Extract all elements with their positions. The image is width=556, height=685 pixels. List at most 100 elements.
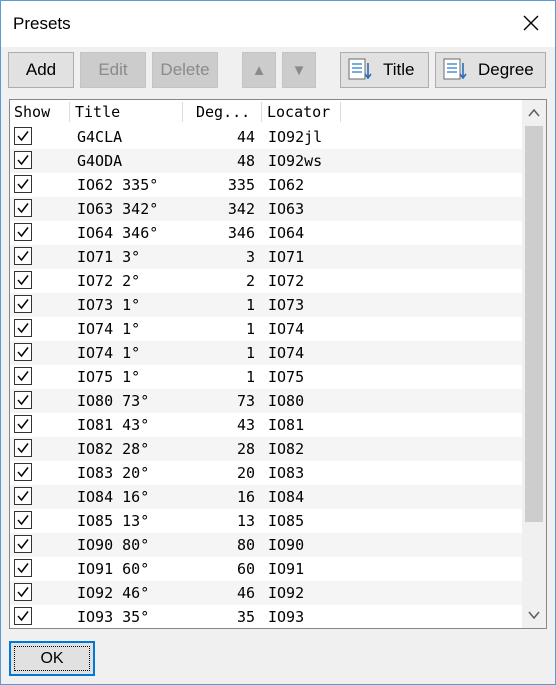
show-checkbox[interactable]: [14, 367, 32, 385]
show-checkbox[interactable]: [14, 175, 32, 193]
column-header-locator[interactable]: Locator: [267, 100, 330, 124]
table-row[interactable]: IO92 46° 46 IO92: [10, 581, 522, 605]
row-title: IO92 46°: [77, 584, 150, 602]
column-divider[interactable]: [340, 102, 341, 122]
checkmark-icon: [17, 323, 29, 334]
row-degree: 335: [227, 176, 255, 194]
show-checkbox[interactable]: [14, 607, 32, 625]
row-title: IO63 342°: [77, 200, 159, 218]
column-divider[interactable]: [69, 102, 70, 122]
row-degree: 35: [236, 608, 255, 626]
column-divider[interactable]: [182, 102, 183, 122]
show-checkbox[interactable]: [14, 463, 32, 481]
row-degree: 60: [236, 560, 255, 578]
checkmark-icon: [17, 371, 29, 382]
sort-list-icon: [442, 57, 468, 83]
row-title: IO84 16°: [77, 488, 150, 506]
row-degree: 16: [236, 488, 255, 506]
table-row[interactable]: IO93 35° 35 IO93: [10, 605, 522, 628]
row-locator: IO75: [268, 368, 305, 386]
show-checkbox[interactable]: [14, 511, 32, 529]
close-icon[interactable]: [519, 11, 543, 35]
table-row[interactable]: G4CLA 44 IO92jl: [10, 125, 522, 149]
scroll-down-arrow-icon[interactable]: [527, 608, 541, 622]
row-locator: IO91: [268, 560, 305, 578]
table-row[interactable]: IO84 16° 16 IO84: [10, 485, 522, 509]
sort-title-label: Title: [383, 60, 415, 79]
show-checkbox[interactable]: [14, 415, 32, 433]
table-row[interactable]: IO91 60° 60 IO91: [10, 557, 522, 581]
checkmark-icon: [17, 563, 29, 574]
column-header-show[interactable]: Show: [14, 100, 50, 124]
show-checkbox[interactable]: [14, 271, 32, 289]
show-checkbox[interactable]: [14, 295, 32, 313]
row-locator: IO64: [268, 224, 305, 242]
table-row[interactable]: G4ODA 48 IO92ws: [10, 149, 522, 173]
show-checkbox[interactable]: [14, 319, 32, 337]
row-locator: IO83: [268, 464, 305, 482]
vertical-scrollbar[interactable]: [522, 100, 546, 628]
edit-button[interactable]: Edit: [80, 52, 146, 88]
delete-button-label: Delete: [160, 60, 210, 79]
table-row[interactable]: IO83 20° 20 IO83: [10, 461, 522, 485]
table-row[interactable]: IO90 80° 80 IO90: [10, 533, 522, 557]
move-down-button[interactable]: ▼: [282, 52, 316, 88]
table-row[interactable]: IO74 1° 1 IO74: [10, 341, 522, 365]
scroll-up-arrow-icon[interactable]: [527, 106, 541, 120]
row-locator: IO92jl: [268, 128, 323, 146]
row-title: IO73 1°: [77, 296, 141, 314]
row-locator: IO63: [268, 200, 305, 218]
show-checkbox[interactable]: [14, 487, 32, 505]
show-checkbox[interactable]: [14, 247, 32, 265]
table-row[interactable]: IO64 346° 346 IO64: [10, 221, 522, 245]
table-row[interactable]: IO74 1° 1 IO74: [10, 317, 522, 341]
ok-button[interactable]: OK: [9, 641, 95, 676]
delete-button[interactable]: Delete: [152, 52, 218, 88]
row-title: IO90 80°: [77, 536, 150, 554]
show-checkbox[interactable]: [14, 223, 32, 241]
sort-list-icon: [347, 57, 373, 83]
show-checkbox[interactable]: [14, 559, 32, 577]
table-row[interactable]: IO81 43° 43 IO81: [10, 413, 522, 437]
show-checkbox[interactable]: [14, 439, 32, 457]
sort-title-button[interactable]: Title: [340, 52, 429, 88]
table-row[interactable]: IO62 335° 335 IO62: [10, 173, 522, 197]
table-row[interactable]: IO82 28° 28 IO82: [10, 437, 522, 461]
move-up-button[interactable]: ▲: [242, 52, 276, 88]
row-degree: 1: [245, 344, 255, 362]
table-row[interactable]: IO63 342° 342 IO63: [10, 197, 522, 221]
table-row[interactable]: IO72 2° 2 IO72: [10, 269, 522, 293]
checkmark-icon: [17, 419, 29, 430]
show-checkbox[interactable]: [14, 535, 32, 553]
row-title: IO85 13°: [77, 512, 150, 530]
add-button-label: Add: [25, 60, 57, 79]
sort-degree-button[interactable]: Degree: [435, 52, 546, 88]
row-title: IO75 1°: [77, 368, 141, 386]
show-checkbox[interactable]: [14, 343, 32, 361]
presets-list[interactable]: Show Title Deg... Locator G4CLA 44 IO92jl G…: [9, 99, 547, 629]
row-locator: IO81: [268, 416, 305, 434]
rows-container: G4CLA 44 IO92jl G4ODA 48 IO92ws IO62 335° 335 IO…: [10, 125, 522, 628]
table-row[interactable]: IO85 13° 13 IO85: [10, 509, 522, 533]
scrollbar-thumb[interactable]: [525, 126, 543, 522]
add-button[interactable]: Add: [8, 52, 74, 88]
row-degree: 3: [245, 248, 255, 266]
column-header-title[interactable]: Title: [75, 100, 120, 124]
title-bar[interactable]: Presets: [1, 1, 555, 47]
checkmark-icon: [17, 299, 29, 310]
column-divider[interactable]: [261, 102, 262, 122]
row-title: IO62 335°: [77, 176, 159, 194]
show-checkbox[interactable]: [14, 583, 32, 601]
row-degree: 342: [227, 200, 255, 218]
table-row[interactable]: IO71 3° 3 IO71: [10, 245, 522, 269]
show-checkbox[interactable]: [14, 199, 32, 217]
row-locator: IO93: [268, 608, 305, 626]
show-checkbox[interactable]: [14, 127, 32, 145]
table-row[interactable]: IO80 73° 73 IO80: [10, 389, 522, 413]
table-row[interactable]: IO75 1° 1 IO75: [10, 365, 522, 389]
table-row[interactable]: IO73 1° 1 IO73: [10, 293, 522, 317]
column-header-degree[interactable]: Deg...: [196, 100, 250, 124]
show-checkbox[interactable]: [14, 391, 32, 409]
row-locator: IO72: [268, 272, 305, 290]
show-checkbox[interactable]: [14, 151, 32, 169]
